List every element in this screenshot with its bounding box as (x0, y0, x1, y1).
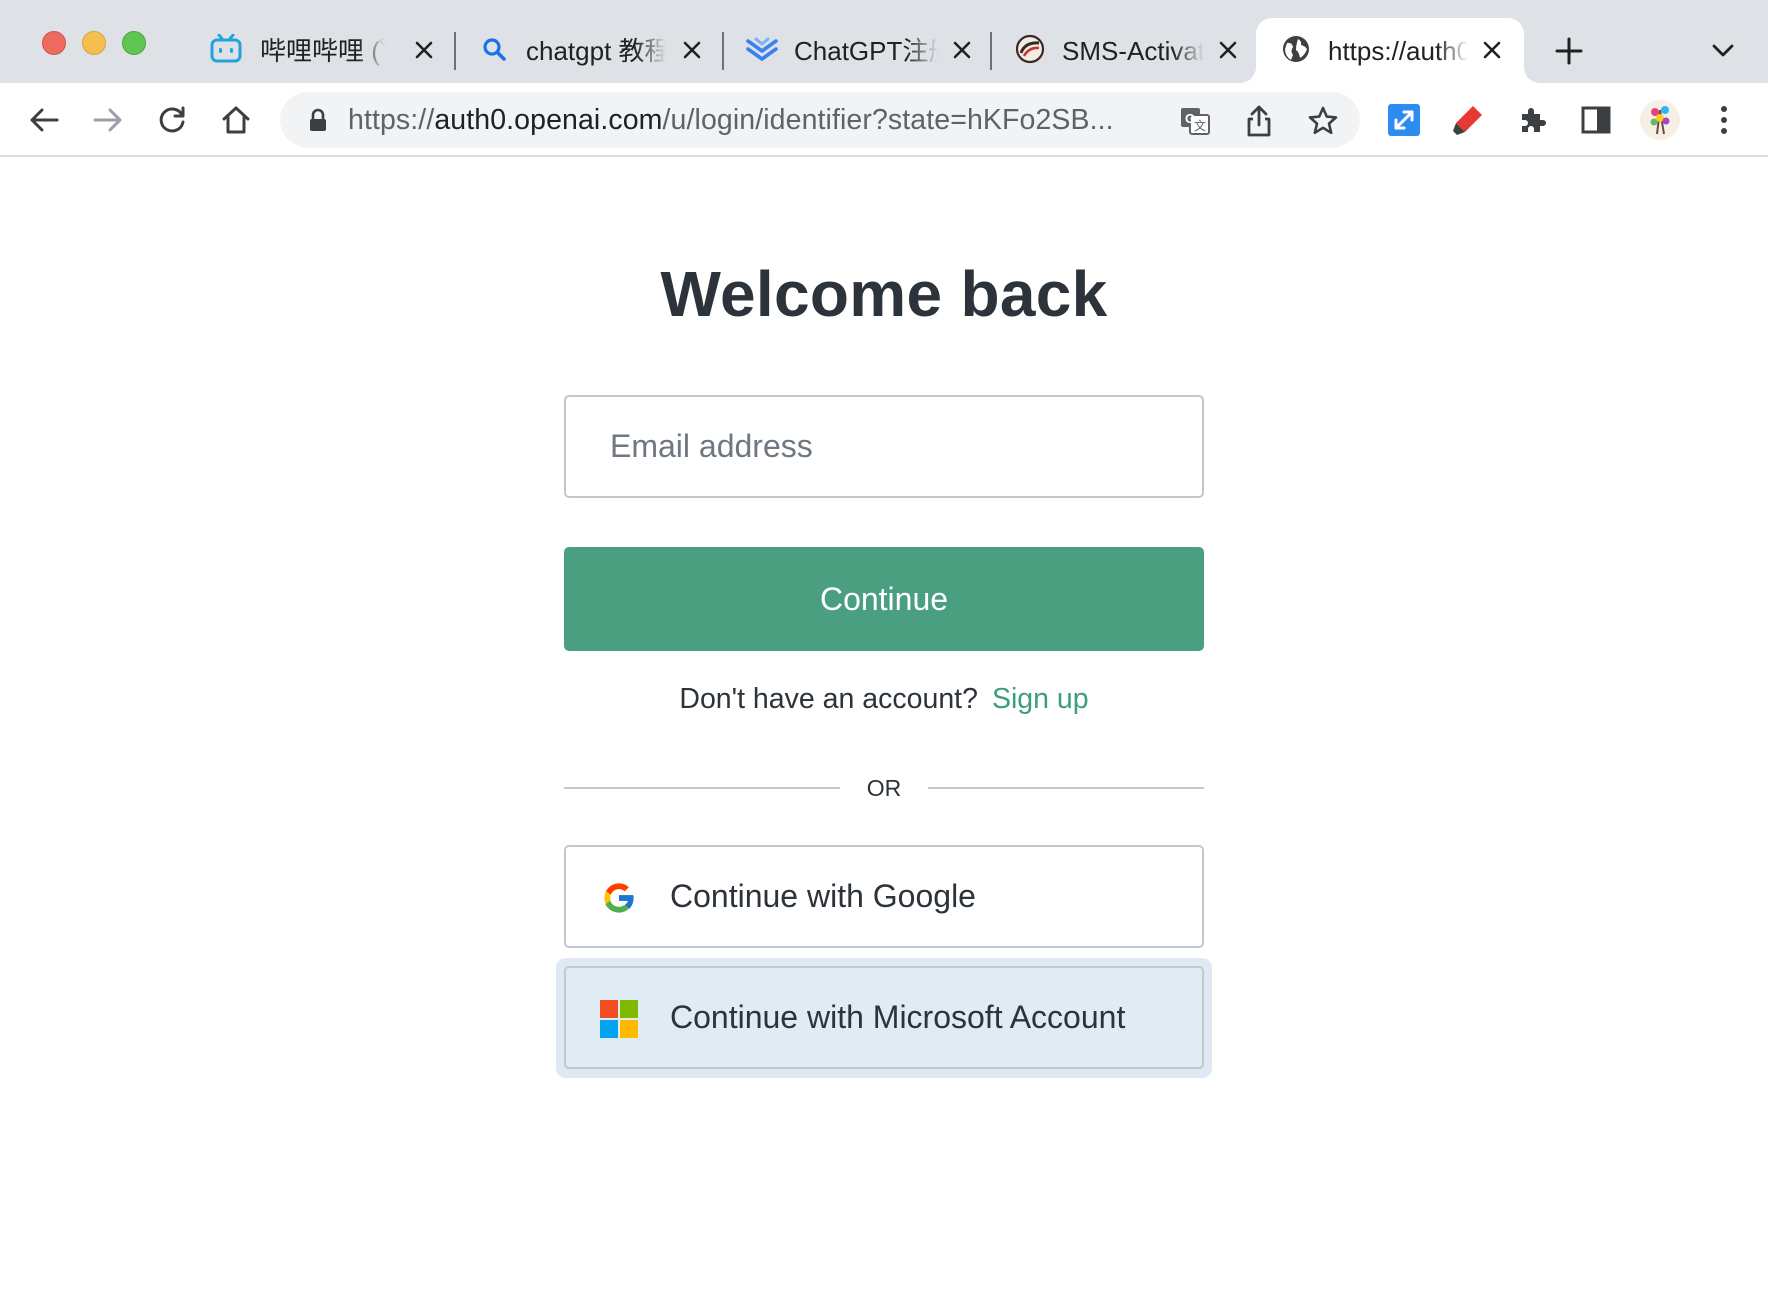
email-field[interactable] (564, 395, 1204, 498)
google-logo-icon (600, 879, 638, 917)
url-path: /u/login/identifier?state=hKFo2SB... (662, 104, 1114, 136)
url-scheme: https:// (348, 104, 435, 136)
tab-chatgpt-register[interactable]: ChatGPT注册 (746, 18, 976, 83)
page-title: Welcome back (660, 258, 1108, 330)
continue-with-google-button[interactable]: Continue with Google (564, 845, 1204, 948)
tab-title: 哔哩哔哩 (゜- (260, 36, 386, 66)
tab-title: ChatGPT注册 (794, 36, 938, 66)
tab-chatgpt-tutorial[interactable]: chatgpt 教程 (478, 18, 708, 83)
close-icon[interactable] (410, 36, 438, 64)
or-label: OR (866, 775, 902, 801)
translate-icon[interactable]: G文 (1178, 104, 1212, 138)
search-icon (478, 33, 510, 65)
microsoft-logo-icon (600, 1000, 638, 1038)
browser-toolbar: https://auth0.openai.com/u/login/identif… (0, 83, 1768, 157)
signup-link[interactable]: Sign up (992, 683, 1089, 715)
lock-icon[interactable] (306, 108, 330, 132)
divider-line (564, 787, 840, 789)
tab-sms-activate[interactable]: SMS-Activate (1014, 18, 1244, 83)
chevron-down-icon[interactable] (1708, 36, 1738, 66)
close-window-button[interactable] (42, 31, 66, 55)
google-button-label: Continue with Google (670, 878, 976, 914)
browser-window: 哔哩哔哩 (゜- chatgpt 教程 ChatGPT注册 (0, 0, 1768, 1302)
side-panel-icon[interactable] (1576, 100, 1616, 140)
continue-with-microsoft-button[interactable]: Continue with Microsoft Account (564, 966, 1204, 1069)
signup-prompt-row: Don't have an account? Sign up (0, 683, 1768, 716)
reload-button[interactable] (152, 100, 192, 140)
active-tab-curve (1524, 67, 1540, 83)
highlighter-extension-icon[interactable] (1448, 100, 1488, 140)
login-page: Welcome back Continue Don't have an acco… (0, 159, 1768, 1302)
forward-button[interactable] (88, 100, 128, 140)
new-tab-button[interactable] (1552, 34, 1586, 68)
maximize-window-button[interactable] (122, 31, 146, 55)
address-url[interactable]: https://auth0.openai.com/u/login/identif… (348, 102, 1114, 138)
tab-strip: 哔哩哔哩 (゜- chatgpt 教程 ChatGPT注册 (0, 0, 1768, 83)
layers-icon (746, 33, 778, 65)
tab-separator (990, 32, 992, 70)
tab-auth0[interactable]: https://auth0 (1256, 18, 1524, 83)
share-icon[interactable] (1242, 104, 1276, 138)
or-divider: OR (564, 773, 1204, 803)
back-button[interactable] (24, 100, 64, 140)
address-bar[interactable]: https://auth0.openai.com/u/login/identif… (280, 92, 1360, 148)
minimize-window-button[interactable] (82, 31, 106, 55)
microsoft-button-label: Continue with Microsoft Account (670, 999, 1126, 1035)
tab-title: https://auth0 (1328, 36, 1468, 66)
tab-title: SMS-Activate (1062, 36, 1204, 66)
bookmark-star-icon[interactable] (1306, 104, 1340, 138)
tab-separator (454, 32, 456, 70)
continue-button[interactable]: Continue (564, 547, 1204, 651)
close-icon[interactable] (1214, 36, 1242, 64)
close-icon[interactable] (678, 36, 706, 64)
signup-prompt-text: Don't have an account? (679, 683, 978, 715)
tab-bilibili[interactable]: 哔哩哔哩 (゜- (210, 18, 440, 83)
divider-line (928, 787, 1204, 789)
svg-text:文: 文 (1194, 118, 1206, 133)
screen-capture-extension-icon[interactable] (1384, 100, 1424, 140)
sms-activate-icon (1014, 33, 1046, 65)
avatar[interactable] (1640, 100, 1680, 140)
close-icon[interactable] (948, 36, 976, 64)
menu-kebab-icon[interactable] (1704, 100, 1744, 140)
active-tab-curve (1240, 67, 1256, 83)
tab-title: chatgpt 教程 (526, 36, 666, 66)
url-host: auth0.openai.com (434, 104, 663, 136)
close-icon[interactable] (1478, 36, 1506, 64)
bilibili-icon (210, 33, 242, 65)
extensions-puzzle-icon[interactable] (1512, 100, 1552, 140)
globe-icon (1280, 33, 1312, 65)
tab-separator (722, 32, 724, 70)
home-button[interactable] (216, 100, 256, 140)
